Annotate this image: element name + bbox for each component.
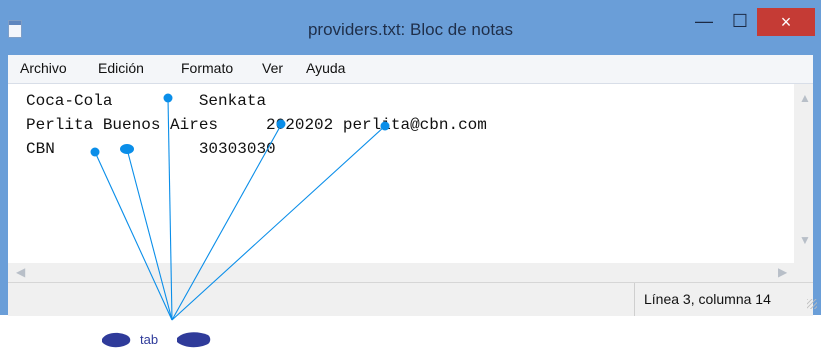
menu-bar: Archivo Edición Formato Ver Ayuda: [8, 55, 813, 84]
menu-ver[interactable]: Ver: [262, 60, 283, 76]
menu-ayuda[interactable]: Ayuda: [306, 60, 345, 76]
scroll-up-arrow-icon[interactable]: ▲: [799, 91, 811, 105]
scroll-right-arrow-icon[interactable]: ▶: [778, 265, 787, 279]
notepad-window: providers.txt: Bloc de notas — ☐ × Archi…: [0, 0, 821, 316]
status-bar: Línea 3, columna 14: [8, 282, 817, 316]
editor-line: Coca-Cola Senkata: [26, 92, 267, 110]
menu-archivo[interactable]: Archivo: [20, 60, 67, 76]
menu-edicion[interactable]: Edición: [98, 60, 144, 76]
editor-line: Perlita Buenos Aires 2020202 perlita@cbn…: [26, 116, 487, 134]
resize-grip-icon[interactable]: [807, 299, 817, 309]
text-editor[interactable]: Coca-Cola Senkata Perlita Buenos Aires 2…: [8, 84, 813, 282]
left-arrow-blob-icon: [102, 332, 131, 348]
minimize-button[interactable]: —: [688, 8, 720, 36]
horizontal-scrollbar[interactable]: ◀ ▶: [8, 263, 813, 282]
status-divider: [634, 283, 635, 316]
cursor-position: Línea 3, columna 14: [644, 291, 771, 307]
scroll-down-arrow-icon[interactable]: ▼: [799, 233, 811, 247]
tab-legend: tab: [102, 332, 211, 348]
maximize-button[interactable]: ☐: [724, 8, 756, 36]
close-button[interactable]: ×: [757, 8, 815, 36]
title-bar: providers.txt: Bloc de notas — ☐ ×: [0, 0, 821, 55]
vertical-scrollbar[interactable]: ▲ ▼: [794, 84, 813, 282]
right-arrow-blob-icon: [177, 332, 211, 348]
scroll-left-arrow-icon[interactable]: ◀: [16, 265, 25, 279]
editor-line: CBN 30303030: [26, 140, 276, 158]
menu-formato[interactable]: Formato: [181, 60, 233, 76]
tab-annotation-label: tab: [140, 332, 158, 347]
